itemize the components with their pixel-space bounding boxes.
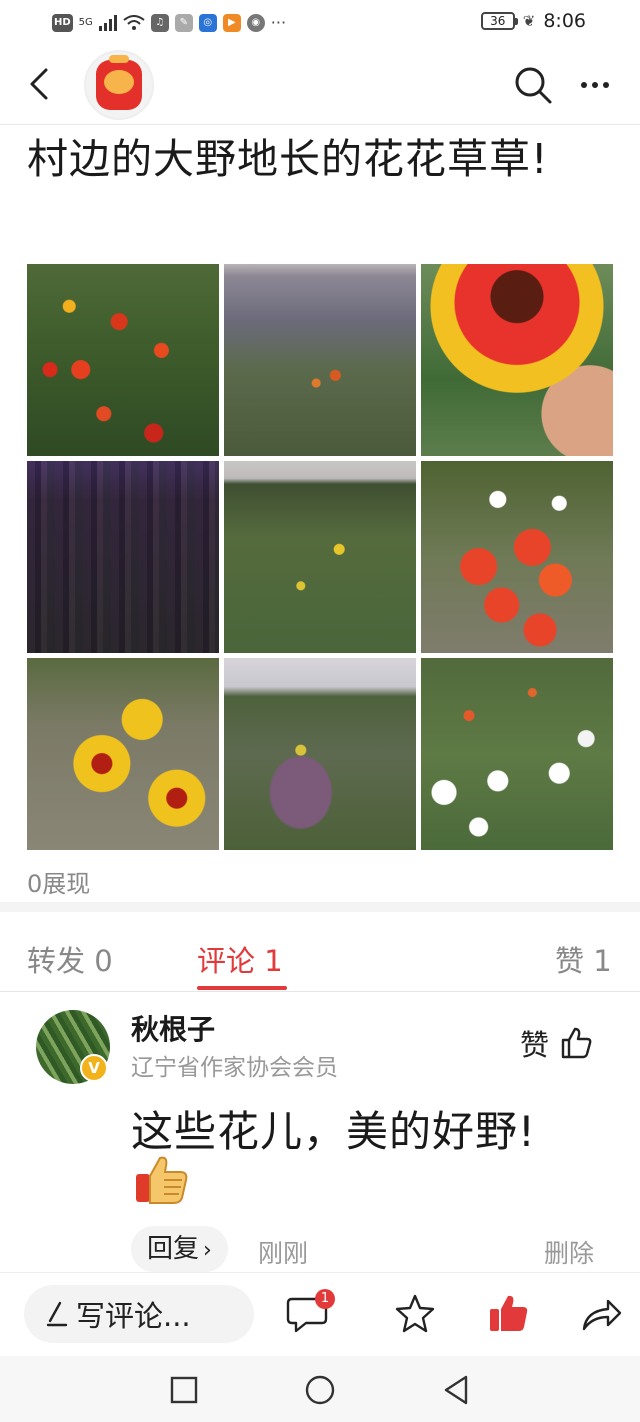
commenter-role: 辽宁省作家协会会员 xyxy=(131,1055,338,1081)
app-header xyxy=(0,46,640,124)
search-icon xyxy=(515,67,552,104)
reply-label: 回复 xyxy=(147,1234,200,1264)
post-title: 村边的大野地长的花花草草! xyxy=(27,135,549,183)
star-icon xyxy=(395,1294,435,1333)
browser-app-icon: ◉ xyxy=(246,13,265,32)
account-avatar[interactable] xyxy=(84,50,154,120)
clock: 8:06 xyxy=(543,10,586,32)
status-icons-left: HD 5G ♫ ✎ ◎ ▶ ◉ ··· xyxy=(52,13,286,32)
system-nav-bar xyxy=(0,1356,640,1422)
system-back-button[interactable] xyxy=(436,1370,476,1410)
tab-forward[interactable]: 转发 0 xyxy=(27,938,113,980)
network-type: HD xyxy=(52,13,73,32)
thumbs-up-emoji-icon xyxy=(136,1156,188,1204)
share-button[interactable] xyxy=(578,1291,624,1337)
chevron-right-icon: › xyxy=(203,1238,212,1263)
photo-gaillardia-in-hand[interactable] xyxy=(421,264,613,456)
photo-yellow-red-flowers[interactable] xyxy=(27,658,219,850)
triangle-back-icon xyxy=(444,1375,468,1405)
tab-like[interactable]: 赞 1 xyxy=(555,938,612,980)
video-app-icon: ▶ xyxy=(222,13,241,32)
comment-time: 刚刚 xyxy=(258,1239,309,1268)
pen-icon xyxy=(46,1301,68,1327)
header-divider xyxy=(0,124,640,125)
study-app-icon: ✎ xyxy=(174,13,193,32)
photo-grid xyxy=(27,264,613,850)
thumbs-up-filled-icon xyxy=(490,1295,528,1331)
status-icons-right: 36 ❦ 8:06 xyxy=(480,10,586,32)
comment-item: V 秋根子 辽宁省作家协会会员 赞 这些花儿，美的好野! 回复 › 刚刚 删除 xyxy=(0,994,640,1272)
dot-icon xyxy=(581,82,587,88)
comment-count-badge: 1 xyxy=(315,1289,335,1309)
verified-badge-icon: V xyxy=(80,1054,108,1082)
tab-comment[interactable]: 评论 1 xyxy=(197,938,283,980)
commenter-name[interactable]: 秋根子 xyxy=(131,1008,215,1048)
photo-purple-grass-meadow[interactable] xyxy=(224,264,416,456)
search-button[interactable] xyxy=(512,64,554,106)
status-bar: HD 5G ♫ ✎ ◎ ▶ ◉ ··· 36 ❦ 8:06 xyxy=(0,0,640,46)
signal-label: 5G xyxy=(78,17,93,28)
interaction-tabs: 转发 0 评论 1 赞 1 xyxy=(0,912,640,992)
comment-like-button[interactable]: 赞 xyxy=(520,1022,593,1064)
comment-text: 这些花儿，美的好野! xyxy=(131,1107,536,1156)
home-button[interactable] xyxy=(300,1370,340,1410)
wifi-icon xyxy=(123,14,145,30)
like-button[interactable] xyxy=(486,1291,532,1337)
favorite-button[interactable] xyxy=(392,1291,438,1337)
more-button[interactable] xyxy=(574,66,616,104)
view-count: 0展现 xyxy=(27,870,91,898)
thumbs-up-icon xyxy=(561,1027,592,1059)
photo-gaillardia-cluster[interactable] xyxy=(421,461,613,653)
share-arrow-icon xyxy=(582,1299,622,1331)
more-notifications-icon: ··· xyxy=(270,13,287,32)
square-icon xyxy=(170,1376,198,1404)
bottom-action-bar: 写评论... 1 xyxy=(0,1272,640,1356)
battery-icon: 36 xyxy=(480,12,518,30)
chevron-left-icon xyxy=(30,68,48,100)
active-tab-indicator xyxy=(197,986,287,990)
photo-wild-field-view[interactable] xyxy=(224,461,416,653)
circle-icon xyxy=(305,1375,335,1405)
bulb-app-icon: ◎ xyxy=(198,13,217,32)
write-comment-label: 写评论... xyxy=(76,1299,191,1333)
back-button[interactable] xyxy=(22,64,62,104)
signal-icon xyxy=(98,14,117,31)
section-divider xyxy=(0,902,640,912)
reply-button[interactable]: 回复 › xyxy=(131,1226,228,1272)
dot-icon xyxy=(603,82,609,88)
photo-heather-field[interactable] xyxy=(224,658,416,850)
comment-like-label: 赞 xyxy=(520,1028,550,1062)
account-logo-icon xyxy=(96,55,142,110)
headphone-app-icon: ♫ xyxy=(150,13,169,32)
photo-purple-sage-flowers[interactable] xyxy=(27,461,219,653)
delete-button[interactable]: 删除 xyxy=(544,1234,594,1270)
dot-icon xyxy=(592,82,598,88)
leaf-icon: ❦ xyxy=(522,12,536,30)
recent-apps-button[interactable] xyxy=(164,1370,204,1410)
write-comment-button[interactable]: 写评论... xyxy=(24,1285,254,1343)
photo-white-wildflowers[interactable] xyxy=(421,658,613,850)
photo-gaillardia-field[interactable] xyxy=(27,264,219,456)
